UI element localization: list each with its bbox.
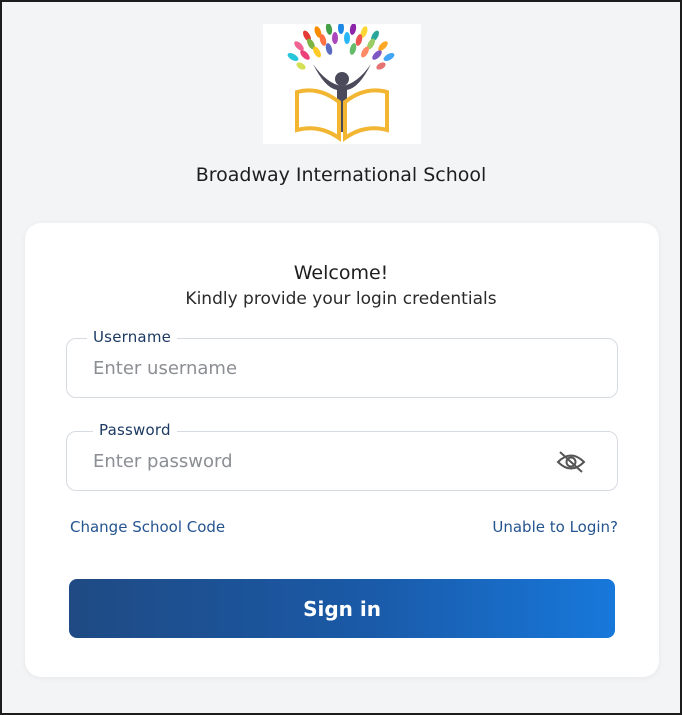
unable-to-login-link[interactable]: Unable to Login? bbox=[492, 518, 618, 536]
eye-off-icon[interactable] bbox=[555, 449, 587, 475]
password-input[interactable] bbox=[93, 446, 553, 476]
school-name: Broadway International School bbox=[195, 164, 487, 186]
password-label: Password bbox=[93, 421, 177, 439]
username-field[interactable]: Username bbox=[66, 328, 618, 398]
tree-book-logo-icon bbox=[287, 22, 395, 142]
username-input[interactable] bbox=[93, 353, 553, 383]
sign-in-button[interactable]: Sign in bbox=[69, 579, 615, 638]
school-logo bbox=[263, 22, 421, 144]
welcome-heading: Welcome! bbox=[293, 262, 389, 284]
change-school-code-link[interactable]: Change School Code bbox=[70, 518, 225, 536]
password-field[interactable]: Password bbox=[66, 421, 618, 491]
username-label: Username bbox=[87, 328, 178, 346]
login-subtitle: Kindly provide your login credentials bbox=[185, 289, 497, 309]
